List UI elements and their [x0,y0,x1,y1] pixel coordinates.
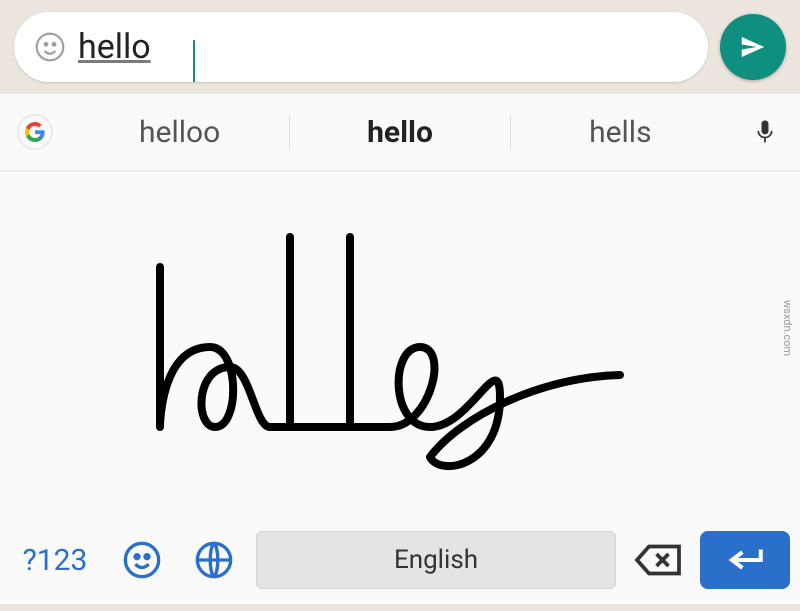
chat-input-bar [0,0,800,94]
symbols-key[interactable]: ?123 [10,543,100,578]
keyboard-panel: helloo hello hells ?123 English [0,94,800,604]
mic-button[interactable] [730,113,800,151]
globe-key[interactable] [184,535,244,585]
suggestions-list: helloo hello hells [70,115,730,150]
handwriting-canvas[interactable] [0,172,800,522]
backspace-key[interactable] [628,535,688,585]
suggestion-item-selected[interactable]: hello [289,115,509,150]
handwriting-stroke [120,217,680,477]
suggestion-item[interactable]: helloo [70,115,289,150]
suggestion-bar: helloo hello hells [0,94,800,172]
message-input-container[interactable] [14,12,708,82]
emoji-key[interactable] [112,535,172,585]
watermark: wsxdn.com [781,300,794,356]
google-button[interactable] [0,114,70,150]
enter-key[interactable] [700,531,790,589]
suggestion-item[interactable]: hells [510,115,730,150]
text-cursor [193,40,195,82]
send-button[interactable] [720,14,786,80]
space-key[interactable]: English [256,531,616,589]
emoji-icon[interactable] [32,29,68,65]
google-icon [17,114,53,150]
keyboard-bottom-row: ?123 English [0,522,800,604]
message-input[interactable] [68,27,690,67]
